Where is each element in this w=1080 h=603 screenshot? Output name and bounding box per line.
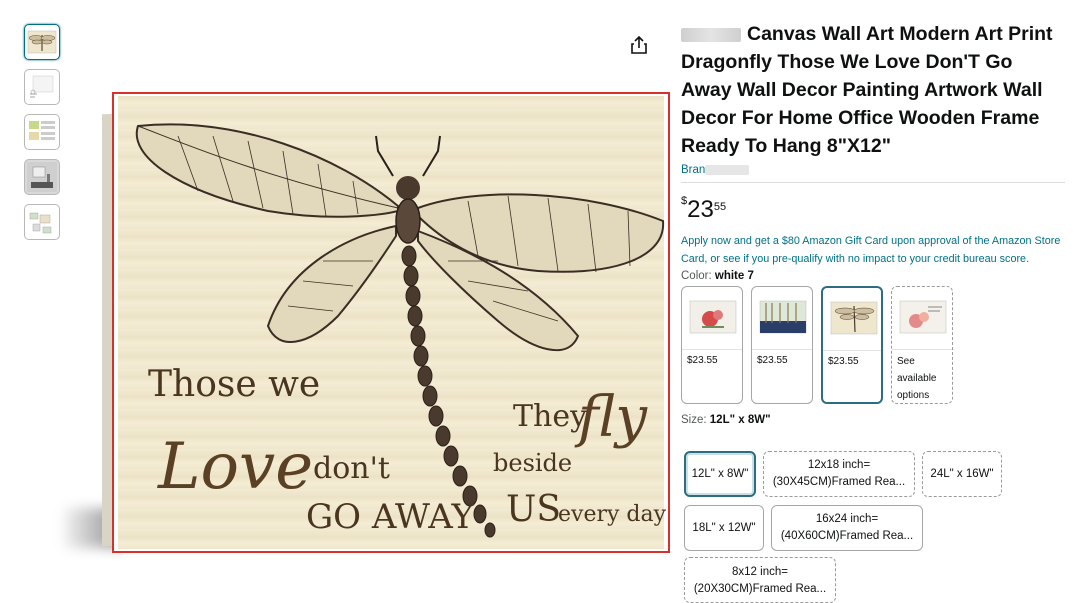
title-line-1: Canvas Wall Art Modern Art Print xyxy=(747,23,1053,45)
price: $2355 xyxy=(681,191,1065,224)
wall-thumbnail-icon xyxy=(29,212,52,234)
title-line-2: Dragonfly Those We Love Don'T Go xyxy=(681,51,1013,73)
flower-canvas-thumbnail-icon xyxy=(899,300,947,334)
image-highlight-frame: Those we Love don't GO AWAY They fly bes… xyxy=(112,92,670,553)
see-line-1: See xyxy=(897,356,915,367)
size-option-16x24[interactable]: 16x24 inch= (40X60CM)Framed Rea... xyxy=(771,505,923,551)
art-text-fly: fly xyxy=(574,385,648,450)
art-text-beside: beside xyxy=(493,449,572,477)
color-swatches: $23.55 $23.55 $23.55 See available optio… xyxy=(681,286,1065,404)
size-chart-thumbnail-icon xyxy=(30,75,54,98)
size-option-12x8[interactable]: 12L" x 8W" xyxy=(684,451,756,497)
swatch-divider xyxy=(752,349,812,350)
flower-canvas-thumbnail-icon xyxy=(689,300,737,334)
color-selected-value: white 7 xyxy=(714,270,754,282)
price-whole: 23 xyxy=(687,196,714,223)
thumbnail-3[interactable] xyxy=(24,114,60,150)
art-text-go-away: GO AWAY xyxy=(306,497,474,537)
price-symbol: $ xyxy=(681,195,688,207)
size-option-line-2: (30X45CM)Framed Rea... xyxy=(772,476,906,488)
art-text-us: US xyxy=(506,489,561,530)
thumbnail-2[interactable] xyxy=(24,69,60,105)
thumbnail-list xyxy=(24,24,62,249)
swatch-price: $23.55 xyxy=(757,355,788,366)
product-title: Canvas Wall Art Modern Art Print Dragonf… xyxy=(681,20,1065,160)
dragonfly-thumbnail-icon xyxy=(27,30,57,54)
color-label: Color: white 7 xyxy=(681,270,1065,282)
size-option-8x12[interactable]: 8x12 inch= (20X30CM)Framed Rea... xyxy=(684,557,836,603)
size-option-line-1: 12x18 inch= xyxy=(807,459,871,471)
dragonfly-canvas-thumbnail-icon xyxy=(830,301,878,335)
blurred-brand-link xyxy=(705,164,750,175)
art-text-dont: don't xyxy=(313,451,390,486)
room-thumbnail-icon xyxy=(27,162,57,192)
share-icon[interactable] xyxy=(628,34,650,56)
size-selected-value: 12L" x 8W" xyxy=(709,414,771,426)
title-line-4: Decor For Home Office Wooden Frame xyxy=(681,107,1040,129)
divider xyxy=(681,182,1065,183)
size-option-12x18[interactable]: 12x18 inch= (30X45CM)Framed Rea... xyxy=(763,451,915,497)
dragonfly-illustration: Those we Love don't GO AWAY They fly bes… xyxy=(135,123,667,538)
art-text-love: Love xyxy=(157,430,313,504)
size-option-line-1: 8x12 inch= xyxy=(732,566,788,578)
size-option-line-1: 16x24 inch= xyxy=(815,513,879,525)
size-label: Size: 12L" x 8W" xyxy=(681,414,1065,426)
size-option-line-2: (20X30CM)Framed Rea... xyxy=(693,583,827,595)
brand-link[interactable]: Bran xyxy=(681,164,1065,180)
store-card-promo-link[interactable]: Apply now and get a $80 Amazon Gift Card… xyxy=(681,232,1065,268)
color-swatch-2[interactable]: $23.55 xyxy=(751,286,813,404)
swatch-divider xyxy=(682,349,742,350)
swatch-price: $23.55 xyxy=(687,355,718,366)
swatch-divider xyxy=(892,349,952,350)
size-label-text: Size: xyxy=(681,414,707,426)
thumbnail-5[interactable] xyxy=(24,204,60,240)
color-swatch-see-options[interactable]: See available options xyxy=(891,286,953,404)
color-swatch-1[interactable]: $23.55 xyxy=(681,286,743,404)
thumbnail-4[interactable] xyxy=(24,159,60,195)
art-text-those-we: Those we xyxy=(148,364,320,405)
see-line-2: available xyxy=(897,373,937,384)
swatch-divider xyxy=(823,350,881,351)
title-line-5: Ready To Hang 8"X12" xyxy=(681,135,891,157)
title-line-3: Away Wall Decor Painting Artwork Wall xyxy=(681,79,1043,101)
size-option-label: 12L" x 8W" xyxy=(691,467,749,480)
size-option-24x16[interactable]: 24L" x 16W" xyxy=(922,451,1002,497)
thumbnail-1[interactable] xyxy=(24,24,60,60)
product-details-panel: Canvas Wall Art Modern Art Print Dragonf… xyxy=(681,20,1065,426)
size-option-line-2: (40X60CM)Framed Rea... xyxy=(780,530,914,542)
art-text-every-day: every day xyxy=(558,502,667,527)
forest-canvas-thumbnail-icon xyxy=(759,300,807,334)
size-option-label: 18L" x 12W" xyxy=(692,521,756,534)
size-option-label: 24L" x 16W" xyxy=(930,467,994,480)
see-line-3: options xyxy=(897,390,930,401)
dragonfly-artwork: Those we Love don't GO AWAY They fly bes… xyxy=(118,96,667,549)
blurred-brand-name xyxy=(681,27,741,42)
see-available-options: See available options xyxy=(897,353,936,404)
brand-link-text[interactable]: Bran xyxy=(681,164,705,176)
color-label-text: Color: xyxy=(681,270,712,282)
swatch-price: $23.55 xyxy=(828,356,859,367)
main-product-image[interactable]: Those we Love don't GO AWAY They fly bes… xyxy=(64,88,676,562)
color-swatch-3-selected[interactable]: $23.55 xyxy=(821,286,883,404)
art-text-they: They xyxy=(513,399,587,434)
price-fraction: 55 xyxy=(713,201,727,213)
detail-thumbnail-icon xyxy=(29,121,55,140)
size-option-18x12[interactable]: 18L" x 12W" xyxy=(684,505,764,551)
